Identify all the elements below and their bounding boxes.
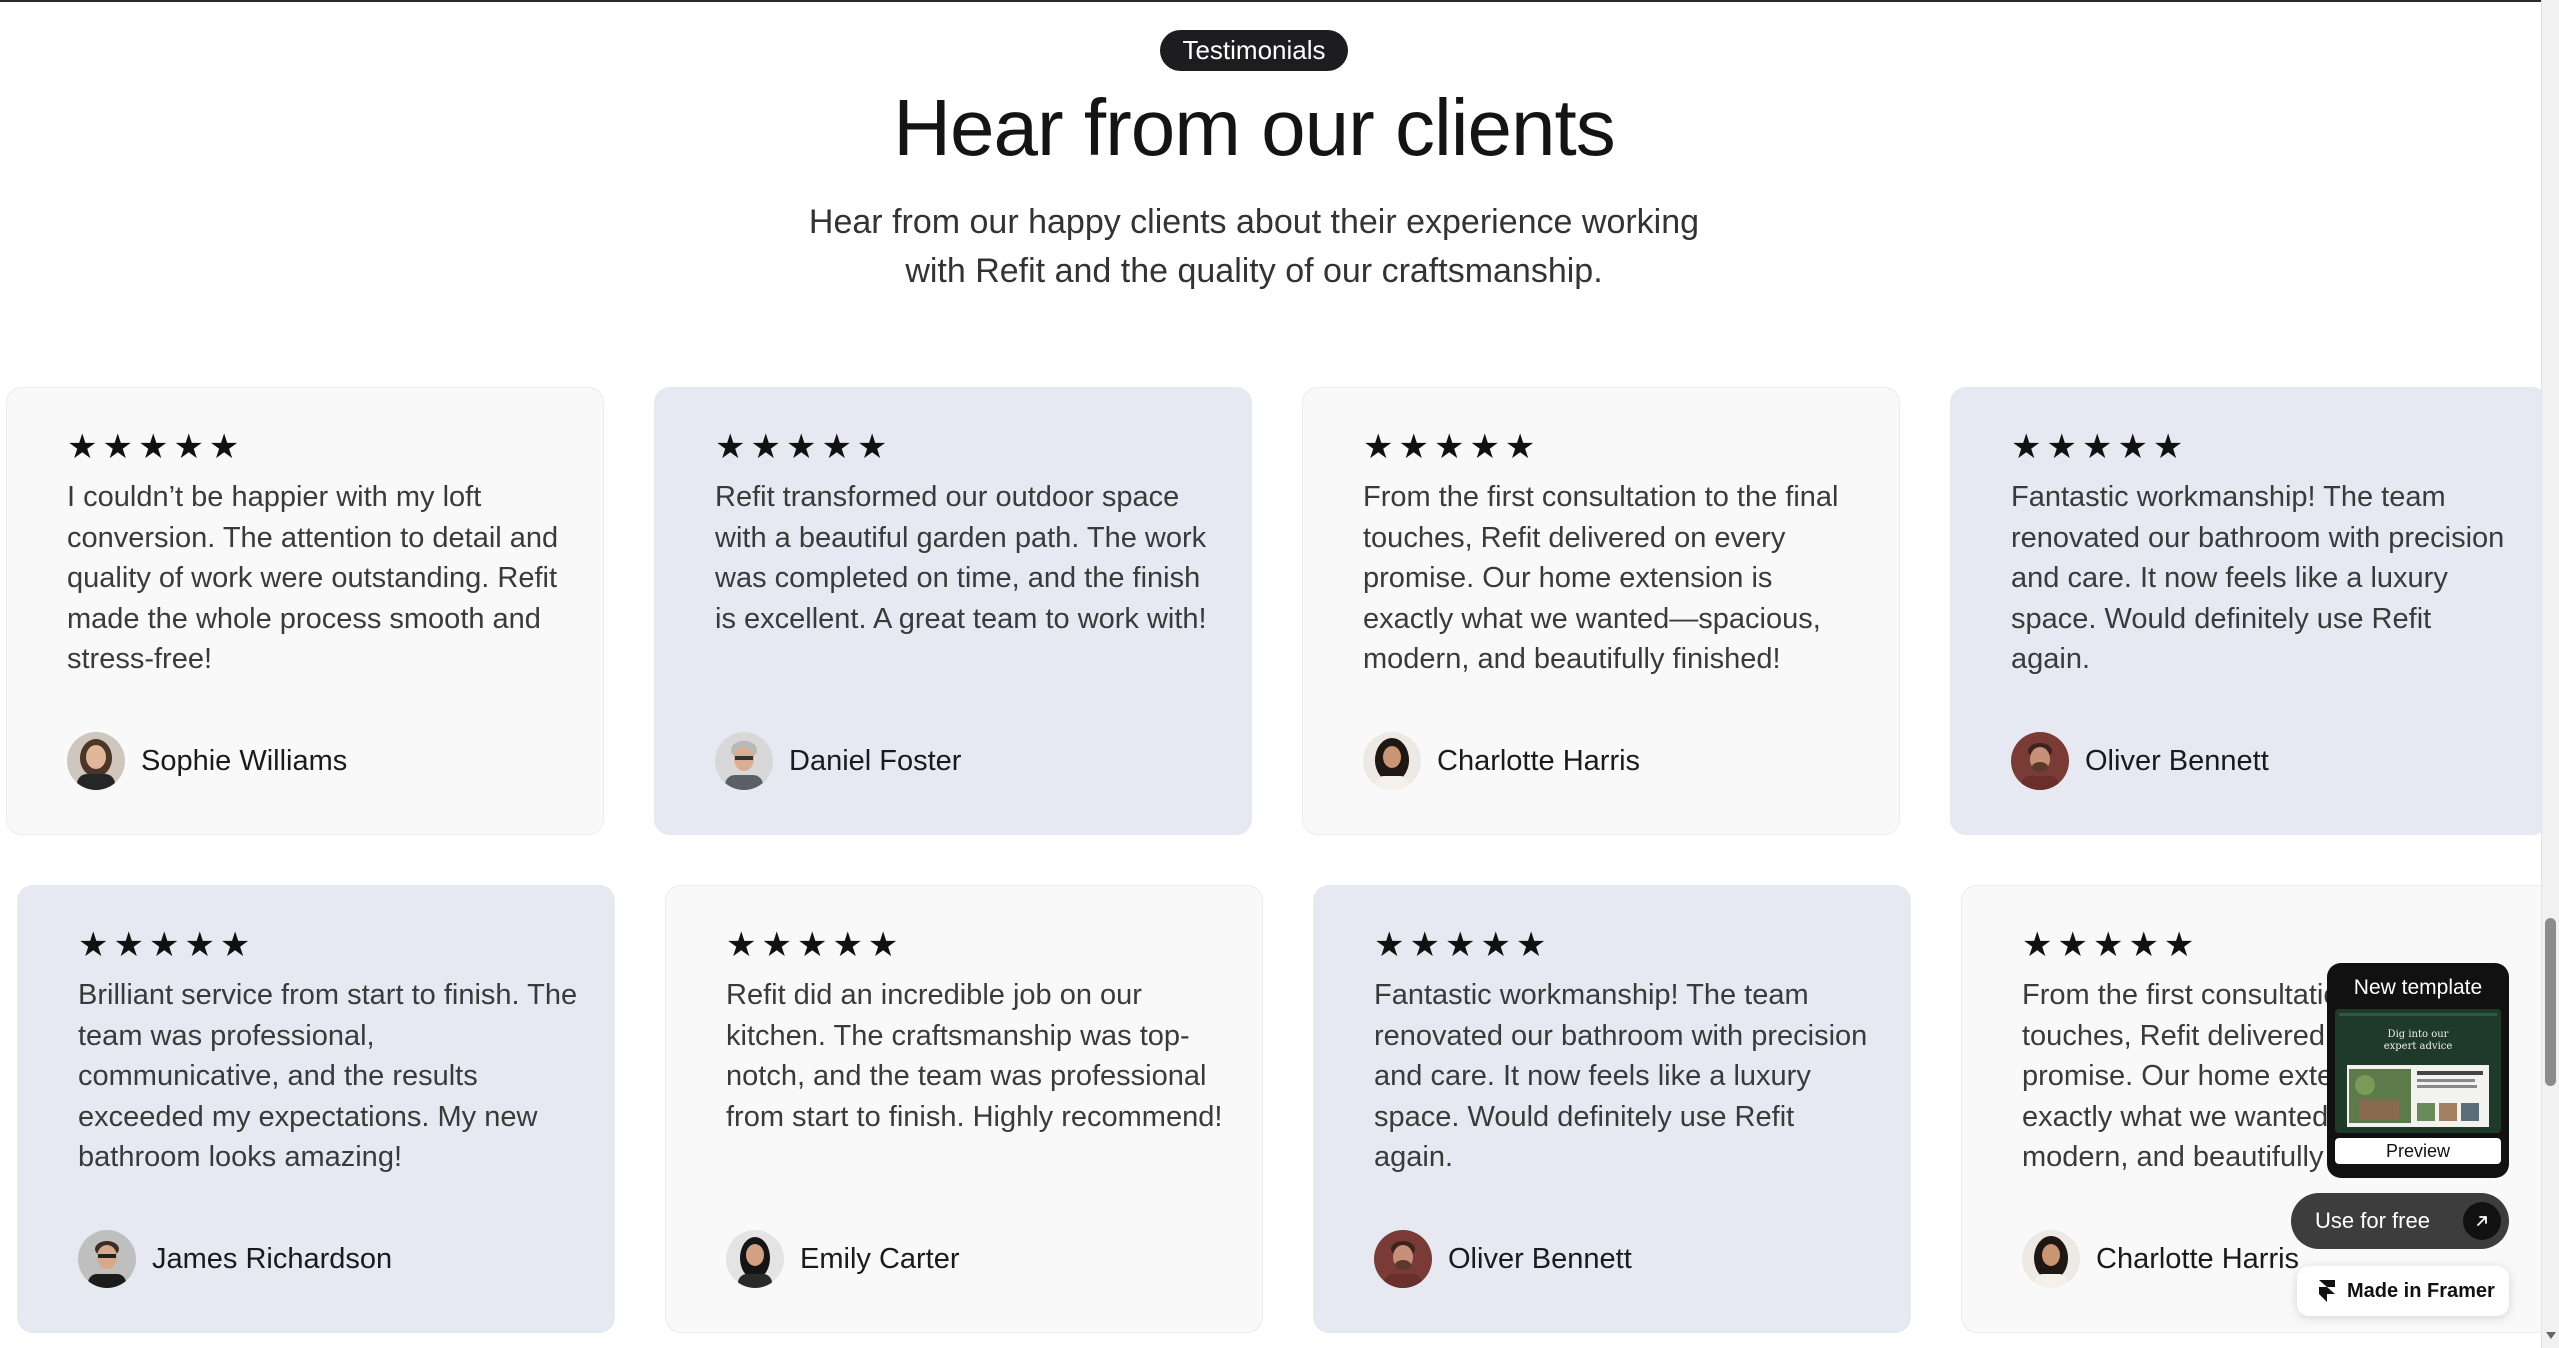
testimonial-author: Oliver Bennett	[1374, 1229, 1632, 1289]
subtitle-line-2: with Refit and the quality of our crafts…	[905, 252, 1603, 290]
new-template-title: New template	[2353, 976, 2483, 999]
scrollbar-thumb[interactable]	[2545, 918, 2556, 1086]
rating-stars: ★★★★★	[2022, 926, 2200, 964]
avatar	[1374, 1230, 1432, 1288]
testimonial-card: ★★★★★ Refit transformed our outdoor spac…	[654, 387, 1252, 835]
testimonial-author: Charlotte Harris	[1363, 731, 1640, 791]
use-for-free-label: Use for free	[2315, 1208, 2430, 1233]
testimonial-author: Emily Carter	[726, 1229, 960, 1289]
author-name: Daniel Foster	[789, 744, 962, 777]
framer-logo-icon	[2319, 1280, 2335, 1302]
testimonial-quote: I couldn’t be happier with my loft conve…	[67, 481, 559, 675]
testimonial-card: ★★★★★ I couldn’t be happier with my loft…	[6, 387, 604, 835]
section-subtitle: Hear from our happy clients about their …	[804, 198, 1704, 296]
rating-stars: ★★★★★	[1363, 428, 1541, 466]
testimonials-row-1: ★★★★★ I couldn’t be happier with my loft…	[0, 387, 2541, 837]
testimonials-badge: Testimonials	[1160, 30, 1348, 71]
rating-stars: ★★★★★	[715, 428, 893, 466]
author-name: James Richardson	[152, 1242, 393, 1275]
author-name: Emily Carter	[800, 1242, 960, 1275]
testimonial-quote: From the first consultation to the final…	[1363, 481, 1839, 675]
testimonial-quote: Refit transformed our outdoor space with…	[715, 481, 1207, 635]
author-name: Charlotte Harris	[1437, 744, 1641, 777]
rating-stars: ★★★★★	[2011, 428, 2189, 466]
made-in-framer-button[interactable]: Made in Framer	[2297, 1266, 2509, 1316]
author-name: Charlotte Harris	[2096, 1242, 2300, 1275]
preview-button[interactable]: Preview	[2335, 1138, 2501, 1164]
avatar	[726, 1230, 784, 1288]
use-for-free-button[interactable]: Use for free	[2291, 1193, 2509, 1249]
avatar	[2011, 732, 2069, 790]
avatar	[715, 732, 773, 790]
testimonial-author: Daniel Foster	[715, 731, 961, 791]
testimonial-author: Oliver Bennett	[2011, 731, 2269, 791]
testimonial-card: ★★★★★ From the first consultation to the…	[1302, 387, 1900, 835]
rating-stars: ★★★★★	[67, 428, 245, 466]
testimonial-quote: Fantastic workmanship! The team renovate…	[1374, 979, 1868, 1173]
rating-stars: ★★★★★	[726, 926, 904, 964]
testimonials-row-2: ★★★★★ Brilliant service from start to fi…	[0, 885, 2541, 1348]
thumb-text-2: expert advice	[2384, 1041, 2453, 1052]
top-border	[0, 0, 2541, 2]
made-in-framer-label: Made in Framer	[2347, 1279, 2495, 1302]
avatar	[1363, 732, 1421, 790]
section-title: Hear from our clients	[893, 83, 1615, 172]
scroll-down-arrow-icon[interactable]	[2546, 1332, 2556, 1339]
avatar	[78, 1230, 136, 1288]
avatar	[67, 732, 125, 790]
testimonial-quote: Brilliant service from start to finish. …	[78, 979, 578, 1173]
testimonial-author: Charlotte Harris	[2022, 1229, 2299, 1289]
template-thumbnail[interactable]: Dig into our expert advice	[2335, 1009, 2501, 1133]
testimonial-card: ★★★★★ Fantastic workmanship! The team re…	[1950, 387, 2541, 835]
testimonial-author: James Richardson	[78, 1229, 392, 1289]
author-name: Oliver Bennett	[1448, 1242, 1632, 1275]
thumb-text-1: Dig into our	[2388, 1029, 2449, 1040]
author-name: Sophie Williams	[141, 744, 348, 777]
rating-stars: ★★★★★	[78, 926, 256, 964]
testimonial-card: ★★★★★ Fantastic workmanship! The team re…	[1313, 885, 1911, 1333]
testimonial-quote: Refit did an incredible job on our kitch…	[726, 979, 1223, 1133]
testimonial-author: Sophie Williams	[67, 731, 347, 791]
new-template-card[interactable]: New template Dig into our expert advice …	[2327, 963, 2509, 1178]
avatar	[2022, 1230, 2080, 1288]
vertical-scrollbar[interactable]	[2541, 0, 2559, 1348]
author-name: Oliver Bennett	[2085, 744, 2269, 777]
testimonial-quote: Fantastic workmanship! The team renovate…	[2011, 481, 2505, 675]
subtitle-line-1: Hear from our happy clients about their …	[808, 203, 1700, 241]
testimonial-card: ★★★★★ Refit did an incredible job on our…	[665, 885, 1263, 1333]
rating-stars: ★★★★★	[1374, 926, 1552, 964]
testimonial-card: ★★★★★ Brilliant service from start to fi…	[17, 885, 615, 1333]
arrow-up-right-icon	[2463, 1202, 2501, 1240]
